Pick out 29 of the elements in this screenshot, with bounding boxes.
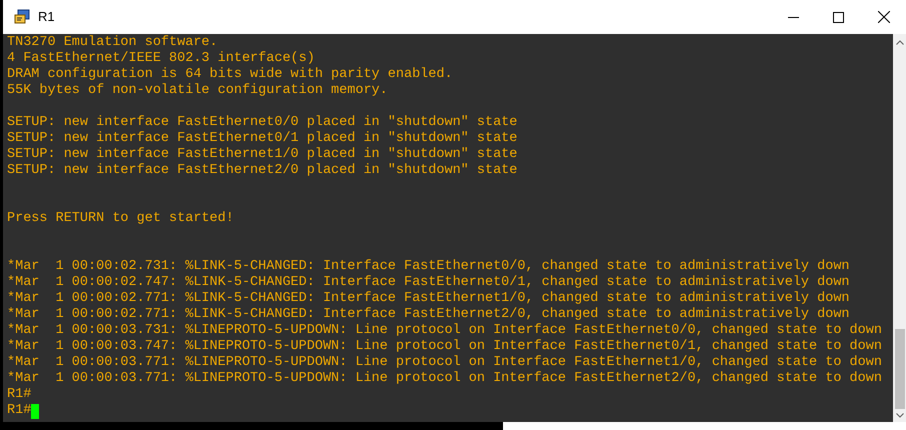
window-title: R1 xyxy=(38,8,55,26)
terminal-line: DRAM configuration is 64 bits wide with parity enabled. xyxy=(7,67,453,83)
terminal-line: TN3270 Emulation software. xyxy=(7,35,218,51)
terminal-line: Press RETURN to get started! xyxy=(7,211,234,227)
terminal-line: SETUP: new interface FastEthernet2/0 placed in "shutdown" state xyxy=(7,163,518,179)
terminal-line: 4 FastEthernet/IEEE 802.3 interface(s) xyxy=(7,51,315,67)
terminal-line: SETUP: new interface FastEthernet1/0 placed in "shutdown" state xyxy=(7,147,518,163)
scrollbar[interactable] xyxy=(893,34,906,422)
terminal-line: SETUP: new interface FastEthernet0/0 placed in "shutdown" state xyxy=(7,115,518,131)
terminal-line: *Mar 1 00:00:02.731: %LINK-5-CHANGED: Interface FastEthernet0/0, changed state to administratively down xyxy=(7,259,850,275)
terminal-line: *Mar 1 00:00:03.747: %LINEPROTO-5-UPDOWN: Line protocol on Interface FastEthernet0/1, changed state to down xyxy=(7,339,882,355)
scrollbar-thumb[interactable] xyxy=(894,329,904,409)
maximize-icon xyxy=(833,12,844,22)
terminal-line: R1# xyxy=(7,387,32,403)
terminal-line: *Mar 1 00:00:03.771: %LINEPROTO-5-UPDOWN: Line protocol on Interface FastEthernet2/0, changed state to down xyxy=(7,371,882,387)
scroll-up-icon[interactable] xyxy=(896,40,904,45)
minimize-icon xyxy=(788,16,799,18)
terminal-line: *Mar 1 00:00:03.731: %LINEPROTO-5-UPDOWN: Line protocol on Interface FastEthernet0/0, changed state to down xyxy=(7,323,882,339)
terminal-line: *Mar 1 00:00:03.771: %LINEPROTO-5-UPDOWN: Line protocol on Interface FastEthernet1/0, changed state to down xyxy=(7,355,882,371)
close-icon xyxy=(878,11,890,23)
scroll-down-icon[interactable] xyxy=(896,413,904,418)
terminal-prompt: R1# xyxy=(7,403,32,419)
terminal-line: SETUP: new interface FastEthernet0/1 placed in "shutdown" state xyxy=(7,131,518,147)
terminal-line: *Mar 1 00:00:02.771: %LINK-5-CHANGED: Interface FastEthernet1/0, changed state to administratively down xyxy=(7,291,850,307)
terminal-line: 55K bytes of non-volatile configuration memory. xyxy=(7,83,388,99)
terminal-window-icon xyxy=(13,8,31,26)
terminal-line: *Mar 1 00:00:02.771: %LINK-5-CHANGED: Interface FastEthernet2/0, changed state to administratively down xyxy=(7,307,850,323)
text-cursor xyxy=(31,404,40,418)
terminal-line: *Mar 1 00:00:02.747: %LINK-5-CHANGED: Interface FastEthernet0/1, changed state to administratively down xyxy=(7,275,850,291)
